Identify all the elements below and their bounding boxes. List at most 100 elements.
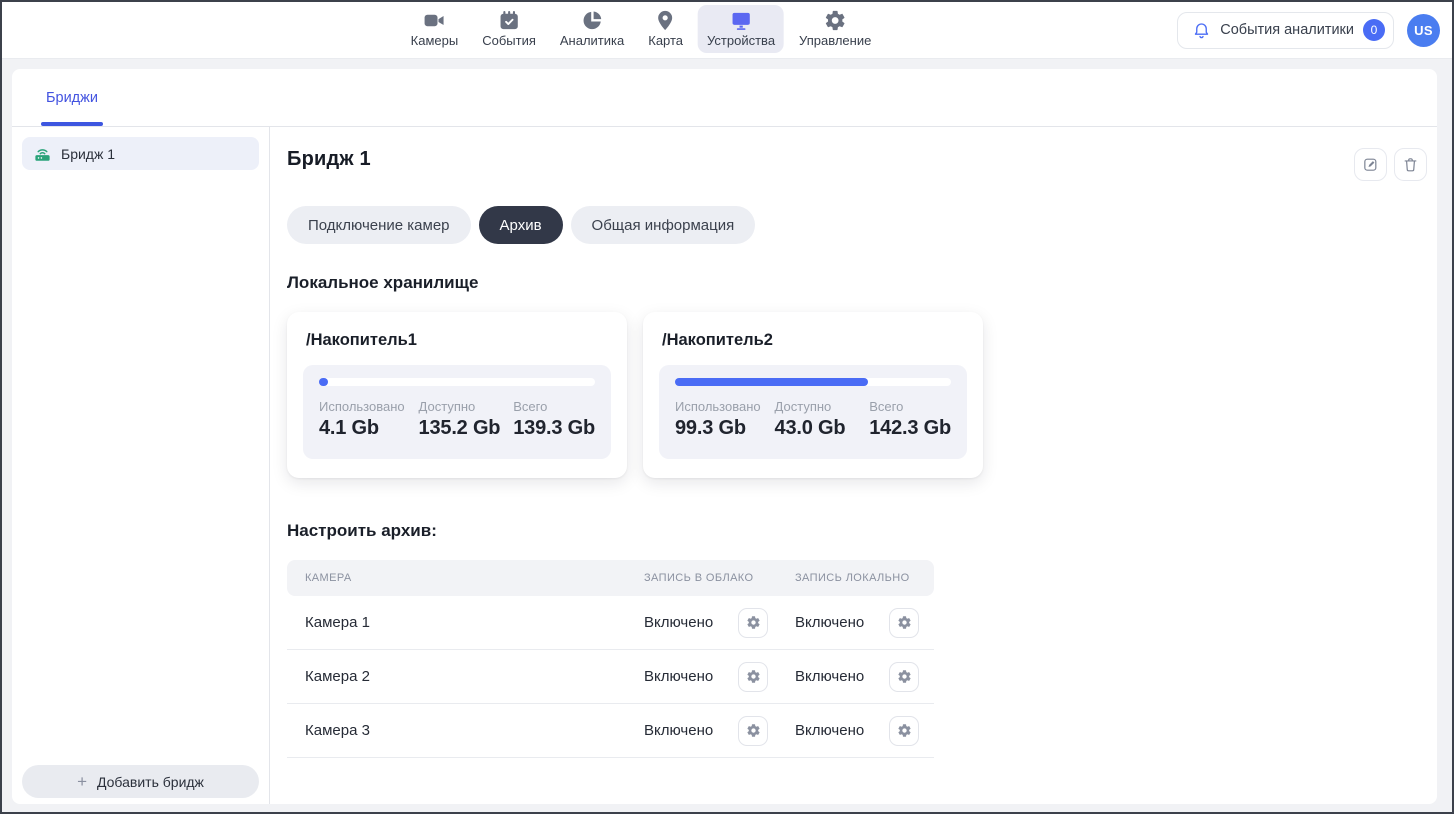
nav-item-map[interactable]: Карта — [639, 5, 692, 53]
pie-chart-icon — [581, 9, 604, 32]
cloud-record-settings-button[interactable] — [738, 662, 768, 692]
plus-icon: + — [77, 773, 87, 790]
table-header: КАМЕРА ЗАПИСЬ В ОБЛАКО ЗАПИСЬ ЛОКАЛЬНО — [287, 560, 934, 596]
storage-card-1: /Накопитель1 Использовано 4.1 Gb — [287, 312, 627, 478]
stat-available-label: Доступно — [419, 399, 514, 414]
bridge-tabs: Подключение камер Архив Общая информация — [287, 206, 1427, 244]
stat-used-value: 4.1 Gb — [319, 417, 419, 440]
tab-general-info[interactable]: Общая информация — [571, 206, 756, 244]
add-bridge-button[interactable]: + Добавить бридж — [22, 765, 259, 798]
storage-progress-bar — [675, 378, 951, 386]
gear-icon — [897, 669, 912, 684]
table-row-camera-1: Камера 1 Включено Включено — [287, 596, 934, 650]
camera-icon — [423, 9, 446, 32]
local-record-status: Включено — [795, 614, 864, 631]
stat-available-value: 135.2 Gb — [419, 417, 514, 440]
cloud-record-settings-button[interactable] — [738, 608, 768, 638]
edit-bridge-button[interactable] — [1354, 148, 1387, 181]
panel-tabs: Бриджи — [12, 69, 1437, 127]
monitor-icon — [730, 9, 753, 32]
main-content: Бридж 1 Подключение камер Архив Общая ин… — [270, 127, 1437, 804]
tab-bridges[interactable]: Бриджи — [46, 90, 98, 126]
column-header-local-record: ЗАПИСЬ ЛОКАЛЬНО — [795, 572, 919, 584]
gear-icon — [746, 723, 761, 738]
delete-bridge-button[interactable] — [1394, 148, 1427, 181]
cloud-record-status: Включено — [644, 722, 713, 739]
panel-body: Бридж 1 + Добавить бридж Бридж 1 — [12, 127, 1437, 804]
table-row-camera-3: Камера 3 Включено Включено — [287, 704, 934, 758]
local-record-cell: Включено — [795, 716, 919, 746]
local-record-settings-button[interactable] — [889, 608, 919, 638]
nav-label-analytics: Аналитика — [560, 33, 624, 48]
storage-card-2: /Накопитель2 Использовано 99.3 Gb — [643, 312, 983, 478]
nav-item-analytics[interactable]: Аналитика — [551, 5, 633, 53]
local-record-settings-button[interactable] — [889, 662, 919, 692]
local-record-cell: Включено — [795, 662, 919, 692]
stat-available-value: 43.0 Gb — [775, 417, 870, 440]
camera-name: Камера 2 — [305, 668, 644, 685]
nav-label-cameras: Камеры — [411, 33, 459, 48]
stat-available-label: Доступно — [775, 399, 870, 414]
content-panel: Бриджи Бридж 1 + Добавить бридж — [12, 69, 1437, 804]
stat-used-label: Использовано — [675, 399, 775, 414]
gear-icon — [746, 669, 761, 684]
main-nav: Камеры События Аналитика Карта Устройств… — [402, 5, 881, 53]
header-right: События аналитики 0 US — [1177, 2, 1440, 58]
user-avatar[interactable]: US — [1407, 14, 1440, 47]
drive-usage-panel: Использовано 99.3 Gb Доступно 43.0 Gb Вс… — [659, 365, 967, 459]
analytics-events-button[interactable]: События аналитики 0 — [1177, 12, 1394, 49]
add-bridge-label: Добавить бридж — [97, 774, 204, 790]
bell-icon — [1192, 21, 1211, 40]
events-count-badge: 0 — [1363, 19, 1385, 41]
column-header-camera: КАМЕРА — [305, 572, 644, 584]
gear-icon — [746, 615, 761, 630]
column-header-cloud-record: ЗАПИСЬ В ОБЛАКО — [644, 572, 795, 584]
stat-available: Доступно 135.2 Gb — [419, 399, 514, 440]
drive-name: /Накопитель1 — [303, 331, 611, 350]
sidebar: Бридж 1 + Добавить бридж — [12, 127, 270, 804]
tab-bridges-label: Бриджи — [46, 90, 98, 106]
drive-usage-panel: Использовано 4.1 Gb Доступно 135.2 Gb Вс… — [303, 365, 611, 459]
stat-used: Использовано 4.1 Gb — [319, 399, 419, 440]
stat-used-value: 99.3 Gb — [675, 417, 775, 440]
nav-item-management[interactable]: Управление — [790, 5, 880, 53]
stat-total-label: Всего — [513, 399, 595, 414]
cloud-record-cell: Включено — [644, 662, 768, 692]
cloud-record-status: Включено — [644, 668, 713, 685]
bridge-item-label: Бридж 1 — [61, 146, 115, 162]
sidebar-item-bridge-1[interactable]: Бридж 1 — [22, 137, 259, 170]
nav-label-events: События — [482, 33, 536, 48]
local-record-status: Включено — [795, 722, 864, 739]
table-row-camera-2: Камера 2 Включено Включено — [287, 650, 934, 704]
trash-icon — [1402, 156, 1419, 173]
active-tab-indicator — [41, 122, 103, 126]
stat-total-label: Всего — [869, 399, 951, 414]
tab-camera-connection[interactable]: Подключение камер — [287, 206, 471, 244]
cloud-record-cell: Включено — [644, 608, 768, 638]
stat-available: Доступно 43.0 Gb — [775, 399, 870, 440]
gear-icon — [897, 615, 912, 630]
local-record-settings-button[interactable] — [889, 716, 919, 746]
cloud-record-cell: Включено — [644, 716, 768, 746]
stat-total: Всего 142.3 Gb — [869, 399, 951, 440]
nav-item-cameras[interactable]: Камеры — [402, 5, 468, 53]
camera-name: Камера 1 — [305, 614, 644, 631]
storage-progress-fill — [675, 378, 868, 386]
nav-item-events[interactable]: События — [473, 5, 545, 53]
stat-total: Всего 139.3 Gb — [513, 399, 595, 440]
page-title: Бридж 1 — [287, 148, 371, 171]
tab-archive[interactable]: Архив — [479, 206, 563, 244]
local-storage-heading: Локальное хранилище — [287, 273, 1427, 293]
storage-cards: /Накопитель1 Использовано 4.1 Gb — [287, 312, 1427, 478]
drive-stats: Использовано 99.3 Gb Доступно 43.0 Gb Вс… — [675, 399, 951, 440]
stat-used-label: Использовано — [319, 399, 419, 414]
cloud-record-settings-button[interactable] — [738, 716, 768, 746]
stat-used: Использовано 99.3 Gb — [675, 399, 775, 440]
sidebar-spacer — [22, 170, 259, 765]
drive-name: /Накопитель2 — [659, 331, 967, 350]
nav-item-devices[interactable]: Устройства — [698, 5, 784, 53]
stat-total-value: 142.3 Gb — [869, 417, 951, 440]
stat-total-value: 139.3 Gb — [513, 417, 595, 440]
gear-icon — [897, 723, 912, 738]
top-bar: Камеры События Аналитика Карта Устройств… — [2, 2, 1452, 59]
